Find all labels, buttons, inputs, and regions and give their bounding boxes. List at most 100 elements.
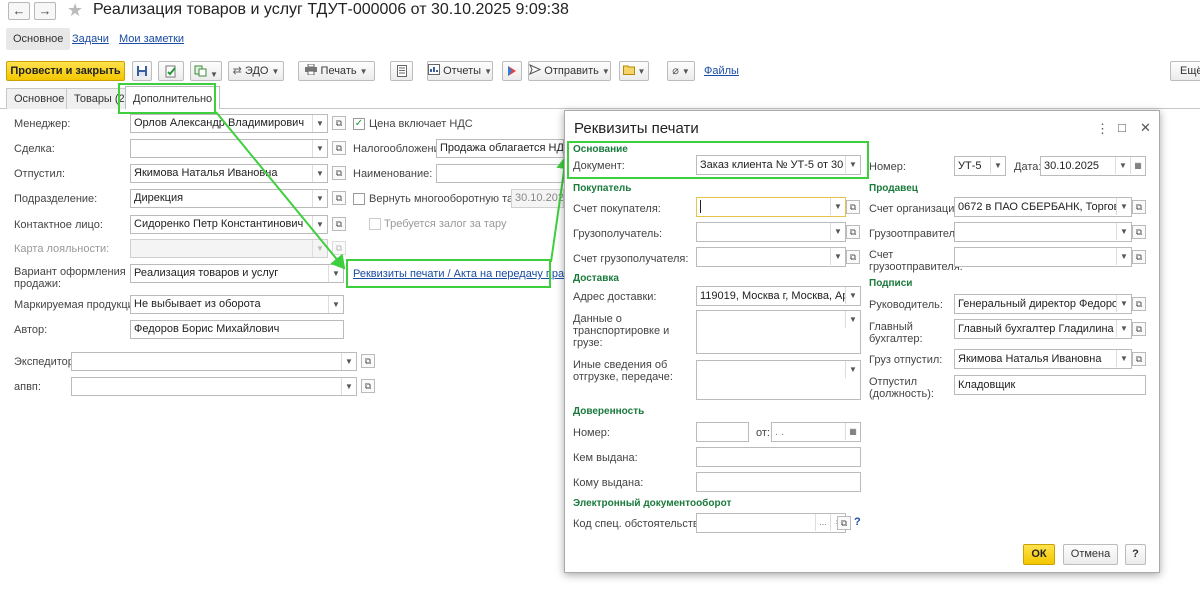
close-icon[interactable]: ✕ — [1140, 120, 1151, 136]
chevron-down-icon[interactable]: ▼ — [312, 115, 327, 132]
tab-my-notes[interactable]: Мои заметки — [112, 28, 191, 50]
forward-button[interactable]: → — [34, 2, 56, 20]
open-icon[interactable]: ⧉ — [332, 191, 346, 205]
poa-date-field[interactable]: . . ▦ — [771, 422, 861, 442]
chevron-down-icon[interactable]: ▼ — [312, 140, 327, 157]
contact-person-field[interactable]: Сидоренко Петр Константинович ▼ — [130, 215, 328, 234]
document-journal-button[interactable] — [390, 61, 413, 81]
open-icon[interactable]: ⧉ — [846, 200, 860, 214]
open-icon[interactable]: ⧉ — [837, 516, 851, 530]
select-icon[interactable]: … — [815, 514, 830, 531]
chevron-down-icon[interactable]: ▼ — [845, 287, 860, 304]
price-includes-vat-checkbox[interactable]: ✓ — [353, 118, 365, 130]
open-icon[interactable]: ⧉ — [846, 250, 860, 264]
chief-accountant-field[interactable]: Главный бухгалтер Гладилина В. М ▼ — [954, 319, 1132, 339]
special-code-field[interactable]: …× — [696, 513, 846, 533]
create-based-on-button[interactable]: ▼ — [190, 61, 222, 81]
chevron-down-icon[interactable]: ▼ — [845, 361, 860, 378]
poa-number-field[interactable] — [696, 422, 749, 442]
save-button[interactable] — [132, 61, 152, 81]
shipper-account-field[interactable]: ▼ — [954, 247, 1132, 267]
sale-variant-field[interactable]: Реализация товаров и услуг ▼ — [130, 264, 344, 283]
deal-field[interactable]: ▼ — [130, 139, 328, 158]
chevron-down-icon[interactable]: ▼ — [1116, 320, 1131, 337]
open-icon[interactable]: ⧉ — [1132, 297, 1146, 311]
cargo-released-field[interactable]: Якимова Наталья Ивановна ▼ — [954, 349, 1132, 369]
chevron-down-icon[interactable]: ▼ — [312, 190, 327, 207]
more-button[interactable]: Ещё — [1170, 61, 1200, 81]
chevron-down-icon[interactable]: ▼ — [830, 248, 845, 265]
open-icon[interactable]: ⧉ — [846, 225, 860, 239]
attach-print-button[interactable]: ▼ — [619, 61, 649, 81]
chevron-down-icon[interactable]: ▼ — [1116, 350, 1131, 367]
tab-tasks[interactable]: Задачи — [65, 28, 116, 50]
chevron-down-icon[interactable]: ▼ — [312, 216, 327, 233]
edo-button[interactable]: ⇄ ЭДО ▼ — [228, 61, 284, 81]
transport-data-field[interactable]: ▼ — [696, 310, 861, 354]
chevron-down-icon[interactable]: ▼ — [1116, 198, 1131, 215]
head-field[interactable]: Генеральный директор Федоров Б. ▼ — [954, 294, 1132, 314]
chevron-down-icon[interactable]: ▼ — [312, 165, 327, 182]
chevron-down-icon[interactable]: ▼ — [845, 311, 860, 328]
open-icon[interactable]: ⧉ — [1132, 250, 1146, 264]
tab-main[interactable]: Основное — [6, 28, 71, 50]
help-icon[interactable]: ? — [854, 516, 861, 528]
shipped-by-field[interactable]: Якимова Наталья Ивановна ▼ — [130, 164, 328, 183]
post-and-close-button[interactable]: Провести и закрыть — [6, 61, 125, 81]
marked-products-field[interactable]: Не выбывает из оборота ▼ — [130, 295, 344, 314]
open-icon[interactable]: ⧉ — [1132, 352, 1146, 366]
poa-issued-by-field[interactable] — [696, 447, 861, 467]
chevron-down-icon[interactable]: ▼ — [1116, 295, 1131, 312]
reports-button[interactable]: Отчеты ▼ — [427, 61, 493, 81]
open-icon[interactable]: ⧉ — [1132, 322, 1146, 336]
released-position-field[interactable]: Кладовщик — [954, 375, 1146, 395]
shipper-field[interactable]: ▼ — [954, 222, 1132, 242]
consignee-field[interactable]: ▼ — [696, 222, 846, 242]
open-icon[interactable]: ⧉ — [1132, 200, 1146, 214]
dialog-menu-icon[interactable]: ⋮ — [1096, 121, 1109, 137]
consignee-account-field[interactable]: ▼ — [696, 247, 846, 267]
open-icon[interactable]: ⧉ — [361, 379, 375, 393]
chevron-down-icon[interactable]: ▼ — [1116, 223, 1131, 240]
open-icon[interactable]: ⧉ — [332, 116, 346, 130]
chevron-down-icon[interactable]: ▼ — [328, 296, 343, 313]
help-button[interactable]: ? — [1125, 544, 1146, 565]
chevron-down-icon[interactable]: ▼ — [1116, 248, 1131, 265]
apvp-field[interactable]: ▼ — [71, 377, 357, 396]
print-button[interactable]: Печать ▼ — [298, 61, 375, 81]
chevron-down-icon[interactable]: ▼ — [341, 378, 356, 395]
delivery-address-field[interactable]: 119019, Москва г, Москва, Арба ▼ — [696, 286, 861, 306]
open-icon[interactable]: ⧉ — [1132, 225, 1146, 239]
chevron-down-icon[interactable]: ▼ — [1115, 157, 1130, 174]
favorite-star-icon[interactable]: ★ — [67, 0, 83, 21]
files-link[interactable]: Файлы — [704, 65, 739, 77]
other-info-field[interactable]: ▼ — [696, 360, 861, 400]
chevron-down-icon[interactable]: ▼ — [830, 198, 845, 215]
post-button[interactable] — [158, 61, 184, 81]
open-icon[interactable]: ⧉ — [332, 141, 346, 155]
back-button[interactable]: ← — [8, 2, 30, 20]
structure-button[interactable] — [502, 61, 522, 81]
calendar-icon[interactable]: ▦ — [1130, 157, 1145, 174]
tab-general[interactable]: Основное — [6, 88, 73, 109]
buyer-account-field[interactable]: ▼ — [696, 197, 846, 217]
name-field[interactable] — [436, 164, 564, 183]
forwarder-field[interactable]: ▼ — [71, 352, 357, 371]
poa-issued-to-field[interactable] — [696, 472, 861, 492]
ok-button[interactable]: ОК — [1023, 544, 1055, 565]
chevron-down-icon[interactable]: ▼ — [830, 223, 845, 240]
cancel-button[interactable]: Отмена — [1063, 544, 1118, 565]
open-icon[interactable]: ⧉ — [361, 354, 375, 368]
division-field[interactable]: Дирекция ▼ — [130, 189, 328, 208]
manager-field[interactable]: Орлов Александр Владимирович ▼ — [130, 114, 328, 133]
chevron-down-icon[interactable]: ▼ — [990, 157, 1005, 174]
maximize-icon[interactable]: □ — [1118, 120, 1126, 135]
number-field[interactable]: УТ-5 ▼ — [954, 156, 1006, 176]
attach-files-button[interactable]: ⌀ ▼ — [667, 61, 695, 81]
chevron-down-icon[interactable]: ▼ — [328, 265, 343, 282]
date-field[interactable]: 30.10.2025 ▼ ▦ — [1040, 156, 1146, 176]
author-field[interactable]: Федоров Борис Михайлович — [130, 320, 344, 339]
taxation-field[interactable]: Продажа облагается НДС — [436, 139, 564, 158]
org-account-field[interactable]: 0672 в ПАО СБЕРБАНК, Торговый ▼ — [954, 197, 1132, 217]
open-icon[interactable]: ⧉ — [332, 166, 346, 180]
